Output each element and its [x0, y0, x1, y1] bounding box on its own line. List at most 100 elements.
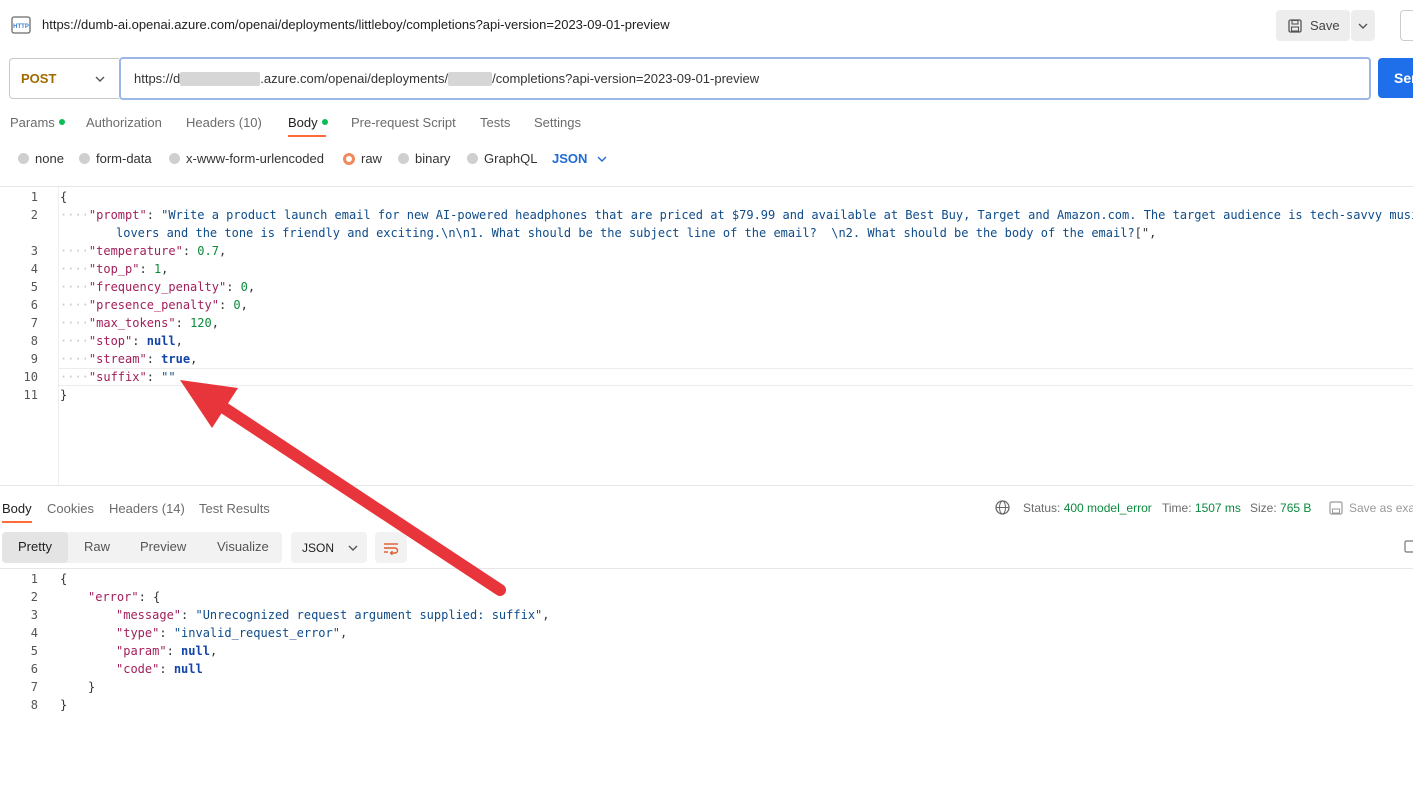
body-format-select[interactable]: JSON — [552, 151, 607, 166]
json-key: "param" — [116, 644, 167, 658]
json-key: "stop" — [88, 334, 133, 348]
gutter-divider — [58, 187, 59, 485]
line-number: 3 — [30, 244, 38, 258]
chevron-down-icon — [1358, 23, 1368, 29]
line-number: 7 — [30, 316, 38, 330]
json-string: "Unrecognized request argument supplied:… — [195, 608, 543, 622]
response-tab-test-results[interactable]: Test Results — [199, 501, 270, 516]
code-brace: } — [60, 698, 68, 712]
view-preview[interactable]: Preview — [140, 539, 186, 554]
json-number: 0.7 — [197, 244, 219, 258]
status-dot — [321, 119, 328, 125]
json-key: "type" — [116, 626, 160, 640]
radio-urlencoded[interactable]: x-www-form-urlencoded — [169, 151, 324, 166]
radio-circle — [18, 153, 29, 164]
code-line-code: "code": null — [116, 662, 203, 676]
tab-headers[interactable]: Headers (10) — [186, 115, 262, 130]
edit-button[interactable] — [1400, 10, 1413, 41]
line-number: 4 — [30, 262, 38, 276]
svg-text:HTTP: HTTP — [13, 24, 29, 30]
chevron-down-icon — [95, 76, 105, 82]
json-key: "suffix" — [88, 370, 147, 384]
url-input[interactable]: https://d .azure.com/openai/deployments/… — [119, 57, 1371, 100]
line-number: 11 — [23, 388, 38, 402]
line-number: 8 — [30, 334, 38, 348]
status-label: Status: — [1023, 501, 1061, 515]
tab-settings[interactable]: Settings — [534, 115, 581, 130]
redacted-block — [180, 71, 261, 86]
json-string: lovers and the tone is friendly and exci… — [116, 226, 1135, 240]
radio-label: x-www-form-urlencoded — [186, 151, 324, 166]
code-line-message: "message": "Unrecognized request argumen… — [116, 608, 550, 622]
line-number: 10 — [23, 370, 38, 384]
view-visualize[interactable]: Visualize — [217, 539, 269, 554]
tab-authorization[interactable]: Authorization — [86, 115, 162, 130]
code-brace: } — [88, 680, 96, 694]
code-line-param: "param": null, — [116, 644, 218, 658]
status-value[interactable]: 400 model_error — [1064, 501, 1152, 515]
request-title[interactable]: https://dumb-ai.openai.azure.com/openai/… — [42, 17, 670, 32]
code-line-suffix: ····"suffix": "" — [60, 370, 176, 384]
json-key: "temperature" — [88, 244, 183, 258]
size-value[interactable]: 765 B — [1280, 501, 1311, 515]
radio-binary[interactable]: binary — [398, 151, 450, 166]
save-icon — [1329, 501, 1343, 515]
save-as-example-button[interactable]: Save as example — [1329, 501, 1413, 515]
view-raw[interactable]: Raw — [84, 539, 110, 554]
method-select[interactable]: POST — [9, 58, 119, 99]
response-format-select[interactable]: JSON — [291, 532, 367, 563]
json-boolean: true — [161, 352, 191, 366]
chevron-down-icon — [348, 545, 358, 551]
radio-circle — [398, 153, 409, 164]
code-line-max-tokens: ····"max_tokens": 120, — [60, 316, 219, 330]
json-key: "frequency_penalty" — [88, 280, 227, 294]
code-line-type: "type": "invalid_request_error", — [116, 626, 348, 640]
radio-graphql[interactable]: GraphQL — [467, 151, 537, 166]
method-label: POST — [21, 71, 57, 86]
json-null: null — [173, 662, 203, 676]
radio-raw[interactable]: raw — [343, 151, 382, 166]
radio-circle — [169, 153, 180, 164]
json-key: "presence_penalty" — [88, 298, 219, 312]
response-tab-cookies[interactable]: Cookies — [47, 501, 94, 516]
save-button[interactable]: Save — [1276, 10, 1350, 41]
active-tab-indicator — [2, 521, 32, 523]
response-tab-body[interactable]: Body — [2, 501, 32, 516]
line-number: 7 — [30, 680, 38, 694]
active-tab-indicator — [288, 135, 326, 137]
status-readout: Status: 400 model_error — [1023, 501, 1152, 515]
send-button[interactable]: Send — [1378, 58, 1413, 98]
code-line-prompt-wrap: lovers and the tone is friendly and exci… — [116, 226, 1157, 240]
radio-circle — [467, 153, 478, 164]
wrap-lines-button[interactable] — [375, 532, 407, 563]
radio-circle-selected — [343, 152, 355, 165]
response-tab-headers[interactable]: Headers (14) — [109, 501, 185, 516]
json-key: "error" — [88, 590, 139, 604]
json-string: "" — [161, 370, 176, 384]
status-dot — [58, 119, 65, 125]
view-pretty[interactable]: Pretty — [18, 539, 52, 554]
tab-body[interactable]: Body — [288, 115, 328, 130]
radio-none[interactable]: none — [18, 151, 64, 166]
line-number: 5 — [30, 644, 38, 658]
save-options-button[interactable] — [1351, 10, 1375, 41]
tab-prerequest-script[interactable]: Pre-request Script — [351, 115, 456, 130]
code-line-presence-penalty: ····"presence_penalty": 0, — [60, 298, 248, 312]
time-value[interactable]: 1507 ms — [1195, 501, 1241, 515]
json-number: 0 — [240, 280, 248, 294]
line-number: 1 — [30, 190, 38, 204]
response-body-viewer[interactable]: 1 2 3 4 5 6 7 8 { "error": { "message": … — [0, 568, 1413, 719]
radio-circle — [79, 153, 90, 164]
copy-icon[interactable] — [1404, 540, 1413, 557]
json-key: "message" — [116, 608, 182, 622]
tab-tests[interactable]: Tests — [480, 115, 510, 130]
tab-params[interactable]: Params — [10, 115, 65, 130]
radio-label: GraphQL — [484, 151, 538, 166]
radio-form-data[interactable]: form-data — [79, 151, 152, 166]
request-body-editor[interactable]: 1 2 3 4 5 6 7 8 9 10 11 { ····"prompt": … — [0, 186, 1413, 486]
globe-icon[interactable] — [995, 500, 1010, 518]
line-number: 4 — [30, 626, 38, 640]
json-string: "invalid_request_error" — [173, 626, 340, 640]
save-icon — [1288, 18, 1302, 33]
json-string: "Write a product launch email for new AI… — [161, 208, 1413, 222]
